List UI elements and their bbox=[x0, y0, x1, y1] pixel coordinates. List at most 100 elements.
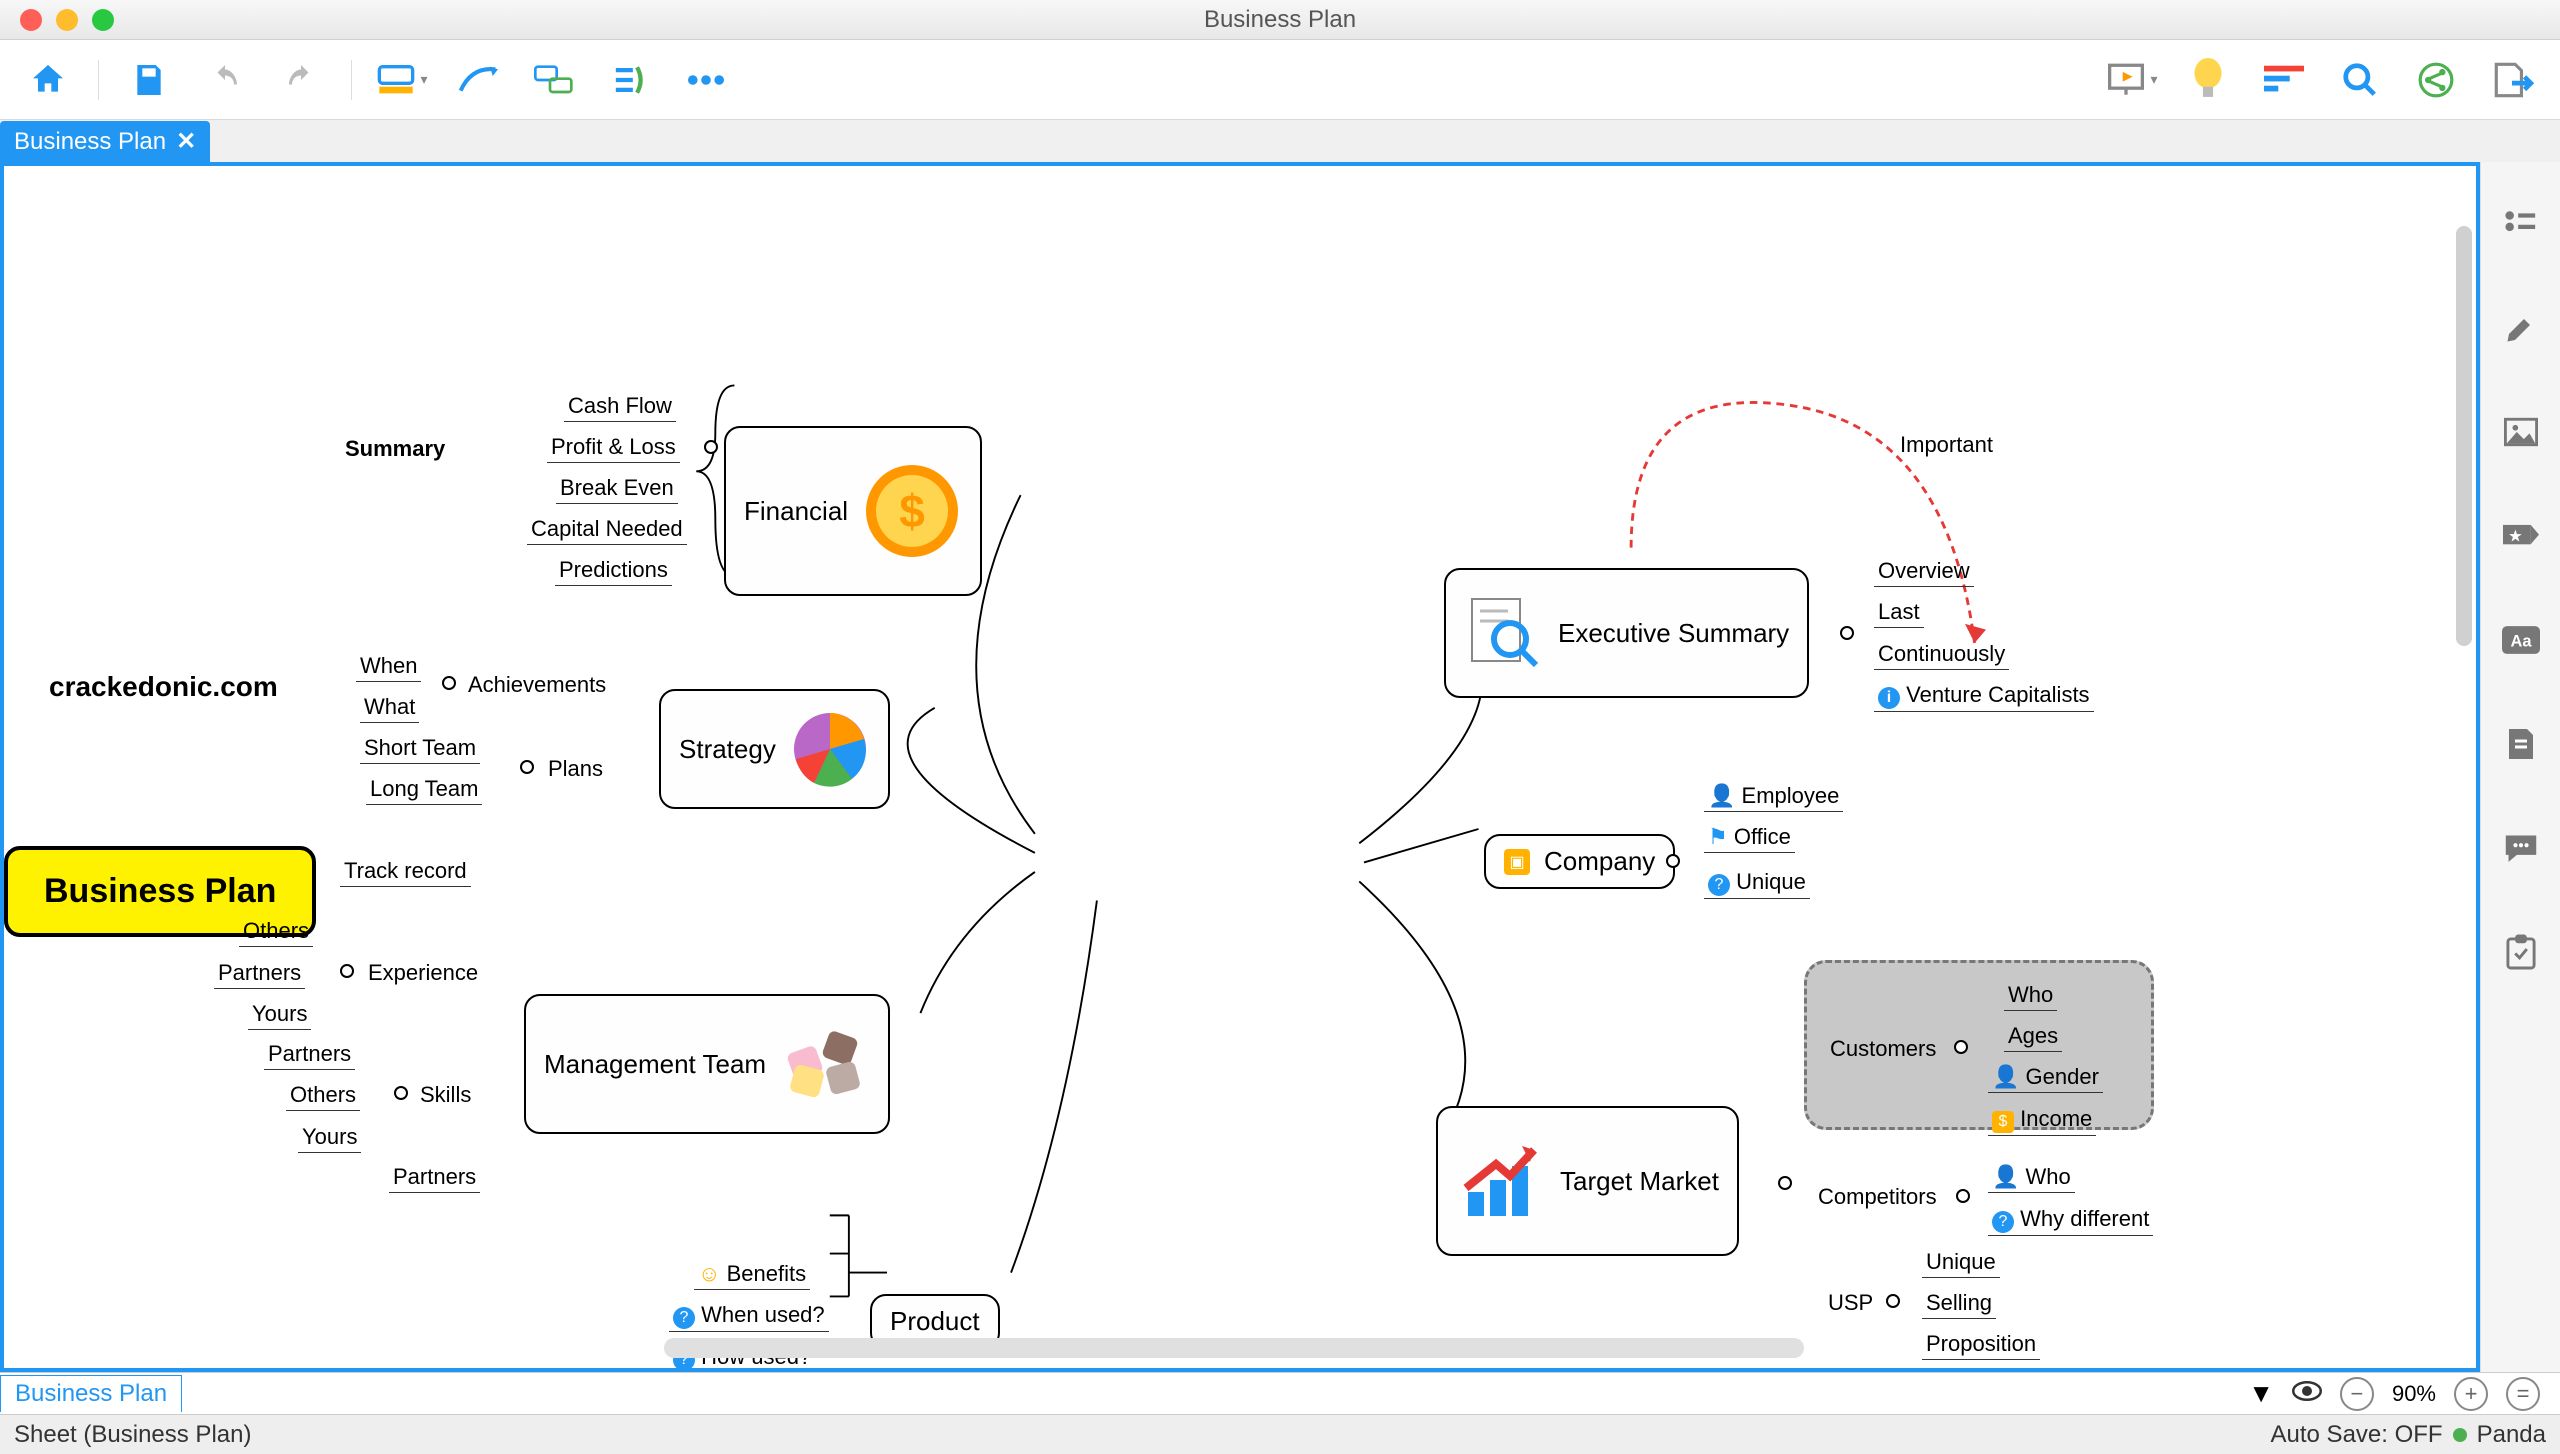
leaf[interactable]: ⚑ Office bbox=[1704, 822, 1795, 853]
titlebar: Business Plan bbox=[0, 0, 2560, 40]
relationship-button[interactable] bbox=[448, 50, 508, 110]
group-achievements[interactable]: Achievements bbox=[464, 670, 610, 700]
leaf[interactable]: ? When used? bbox=[669, 1300, 829, 1332]
autosave-status: Auto Save: OFF bbox=[2271, 1421, 2443, 1449]
zoom-out-button[interactable]: − bbox=[2340, 1377, 2374, 1411]
comments-panel-button[interactable] bbox=[2499, 826, 2543, 870]
outline-panel-button[interactable] bbox=[2499, 202, 2543, 246]
tabstrip: Business Plan ✕ bbox=[0, 120, 2560, 162]
node-strategy[interactable]: Strategy bbox=[659, 689, 890, 809]
node-target[interactable]: Target Market bbox=[1436, 1106, 1739, 1256]
window-title: Business Plan bbox=[0, 6, 2560, 34]
image-panel-button[interactable] bbox=[2499, 410, 2543, 454]
doc-search-icon bbox=[1464, 593, 1544, 673]
leaf[interactable]: Others bbox=[239, 916, 313, 947]
notes-panel-button[interactable] bbox=[2499, 722, 2543, 766]
font-panel-button[interactable]: Aa bbox=[2499, 618, 2543, 662]
leaf[interactable]: Unique bbox=[1922, 1247, 2000, 1278]
leaf[interactable]: ? Why different bbox=[1988, 1204, 2153, 1236]
minimize-window-button[interactable] bbox=[56, 9, 78, 31]
svg-text:Aa: Aa bbox=[2510, 632, 2532, 650]
close-tab-icon[interactable]: ✕ bbox=[176, 127, 196, 156]
group-label-summary[interactable]: Summary bbox=[341, 434, 449, 464]
group-customers[interactable]: Customers bbox=[1826, 1034, 1940, 1064]
node-label: Financial bbox=[744, 496, 848, 527]
leaf[interactable]: Last bbox=[1874, 597, 1924, 628]
leaf[interactable]: Track record bbox=[340, 856, 471, 887]
format-panel-button[interactable] bbox=[2499, 306, 2543, 350]
zoom-in-button[interactable]: + bbox=[2454, 1377, 2488, 1411]
leaf[interactable]: $ Income bbox=[1988, 1104, 2096, 1136]
search-button[interactable] bbox=[2330, 50, 2390, 110]
central-label: Business Plan bbox=[44, 872, 276, 911]
leaf[interactable]: Short Team bbox=[360, 733, 480, 764]
share-button[interactable] bbox=[2406, 50, 2466, 110]
save-button[interactable] bbox=[119, 50, 179, 110]
leaf[interactable]: 👤 Employee bbox=[1704, 781, 1843, 812]
home-button[interactable] bbox=[18, 50, 78, 110]
close-window-button[interactable] bbox=[20, 9, 42, 31]
gantt-button[interactable] bbox=[2254, 50, 2314, 110]
leaf[interactable]: Ages bbox=[2004, 1021, 2062, 1052]
leaf[interactable]: Break Even bbox=[556, 473, 678, 504]
leaf[interactable]: Partners bbox=[214, 958, 305, 989]
leaf[interactable]: When bbox=[356, 651, 421, 682]
connector-dot bbox=[1956, 1189, 1970, 1203]
leaf[interactable]: i Venture Capitalists bbox=[1874, 680, 2094, 712]
leaf[interactable]: 👤 Gender bbox=[1988, 1062, 2103, 1093]
leaf[interactable]: Continuously bbox=[1874, 639, 2009, 670]
leaf[interactable]: Capital Needed bbox=[527, 514, 687, 545]
group-experience[interactable]: Experience bbox=[364, 958, 482, 988]
leaf[interactable]: What bbox=[360, 692, 419, 723]
leaf[interactable]: Overview bbox=[1874, 556, 1974, 587]
leaf[interactable]: Others bbox=[286, 1080, 360, 1111]
leaf[interactable]: Yours bbox=[248, 999, 311, 1030]
node-executive[interactable]: Executive Summary bbox=[1444, 568, 1809, 698]
presentation-button[interactable] bbox=[2102, 50, 2162, 110]
undo-button[interactable] bbox=[195, 50, 255, 110]
node-company[interactable]: ▣ Company bbox=[1484, 834, 1675, 889]
group-usp[interactable]: USP bbox=[1824, 1288, 1877, 1318]
brainstorm-button[interactable] bbox=[2178, 50, 2238, 110]
document-tab[interactable]: Business Plan ✕ bbox=[0, 121, 210, 162]
boundary-button[interactable] bbox=[524, 50, 584, 110]
node-label: Management Team bbox=[544, 1049, 766, 1080]
leaf[interactable]: Cash Flow bbox=[564, 391, 676, 422]
leaf[interactable]: ☺ Benefits bbox=[694, 1259, 810, 1290]
marker-panel-button[interactable]: ★ bbox=[2499, 514, 2543, 558]
export-button[interactable] bbox=[2482, 50, 2542, 110]
leaf[interactable]: Predictions bbox=[555, 555, 672, 586]
maximize-window-button[interactable] bbox=[92, 9, 114, 31]
node-financial[interactable]: Financial $ bbox=[724, 426, 982, 596]
group-skills[interactable]: Skills bbox=[416, 1080, 475, 1110]
group-competitors[interactable]: Competitors bbox=[1814, 1182, 1941, 1212]
visibility-icon[interactable] bbox=[2292, 1380, 2322, 1408]
leaf[interactable]: Profit & Loss bbox=[547, 432, 680, 463]
redo-button[interactable] bbox=[271, 50, 331, 110]
leaf[interactable]: Partners bbox=[264, 1039, 355, 1070]
leaf[interactable]: ? Unique bbox=[1704, 867, 1810, 899]
topic-button[interactable] bbox=[372, 50, 432, 110]
leaf[interactable]: Partners bbox=[389, 1162, 480, 1193]
leaf[interactable]: 👤 Who bbox=[1988, 1162, 2075, 1193]
connector-dot bbox=[340, 964, 354, 978]
more-button[interactable] bbox=[676, 50, 736, 110]
fit-button[interactable]: = bbox=[2506, 1377, 2540, 1411]
leaf[interactable]: Who bbox=[2004, 980, 2057, 1011]
task-panel-button[interactable] bbox=[2499, 930, 2543, 974]
leaf[interactable]: Yours bbox=[298, 1122, 361, 1153]
summary-button[interactable] bbox=[600, 50, 660, 110]
filter-icon[interactable]: ▼ bbox=[2248, 1378, 2274, 1409]
vertical-scrollbar[interactable] bbox=[2456, 226, 2472, 646]
node-management[interactable]: Management Team bbox=[524, 994, 890, 1134]
tab-label: Business Plan bbox=[14, 128, 166, 156]
status-dot-icon bbox=[2453, 1428, 2467, 1442]
connector-dot bbox=[1840, 626, 1854, 640]
horizontal-scrollbar[interactable] bbox=[664, 1338, 1804, 1358]
leaf[interactable]: Proposition bbox=[1922, 1329, 2040, 1360]
leaf[interactable]: Long Team bbox=[366, 774, 482, 805]
leaf[interactable]: Selling bbox=[1922, 1288, 1996, 1319]
group-plans[interactable]: Plans bbox=[544, 754, 607, 784]
sheet-tab[interactable]: Business Plan bbox=[0, 1375, 182, 1412]
mindmap-canvas[interactable]: crackedonic.com Business Plan Financial … bbox=[0, 162, 2480, 1372]
